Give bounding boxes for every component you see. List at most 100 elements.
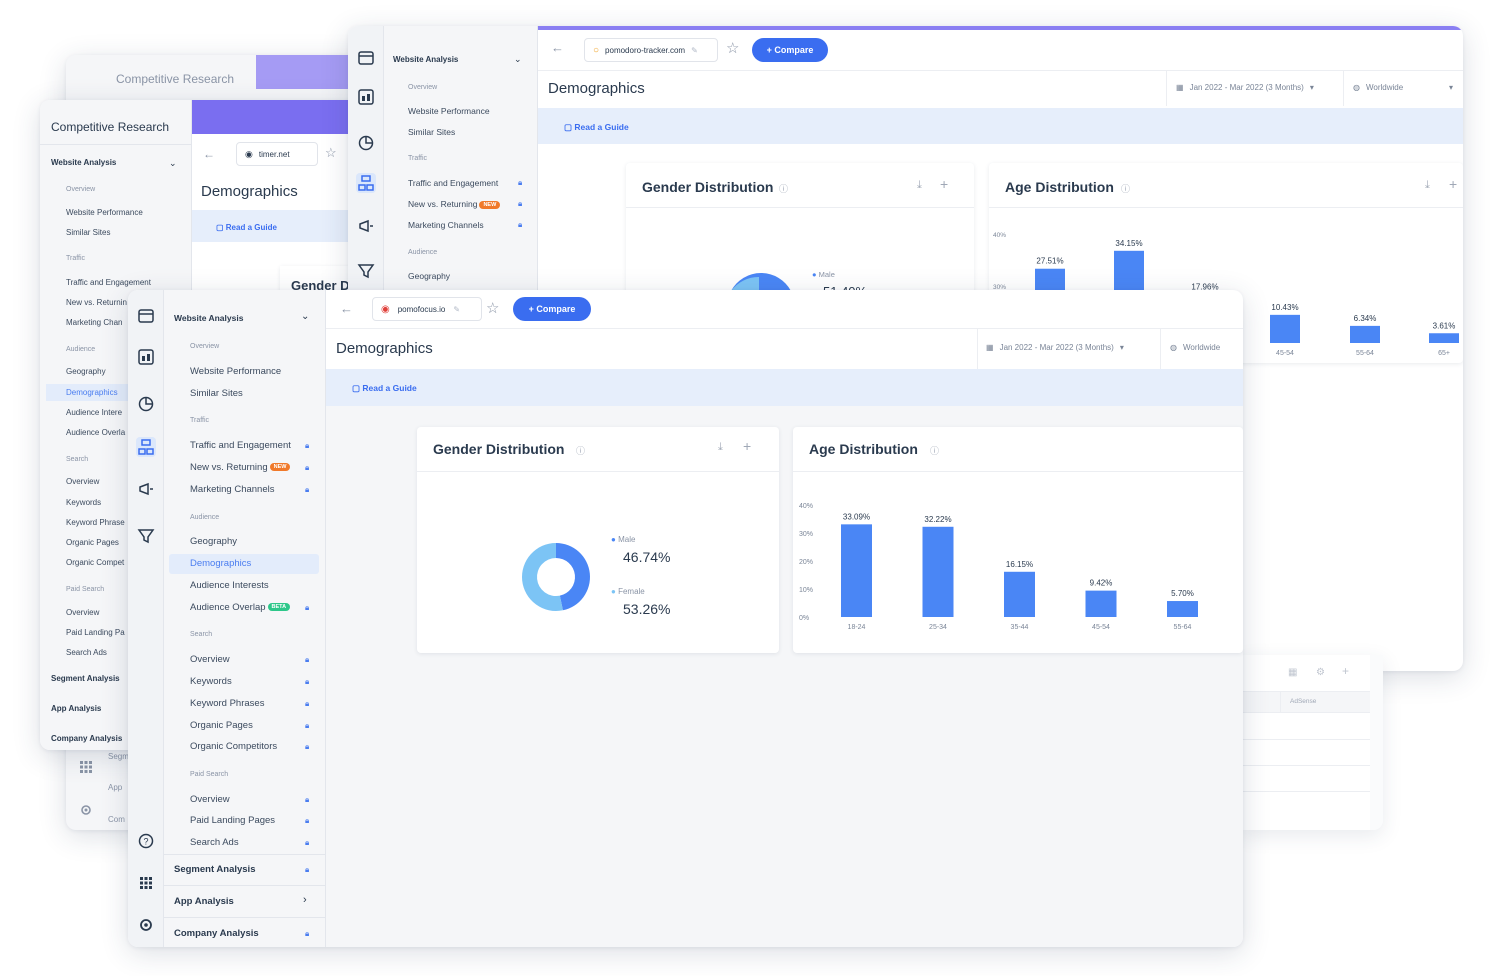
- w4-nav-marketing[interactable]: Marketing Channels: [190, 484, 275, 495]
- w2-nav-demographics[interactable]: Demographics: [66, 388, 118, 397]
- w3-nav-geography[interactable]: Geography: [408, 271, 450, 281]
- w4-nav-keyword-phrases[interactable]: Keyword Phrases: [190, 698, 264, 709]
- w2-nav-keyword-phrases[interactable]: Keyword Phrase: [66, 518, 125, 527]
- w2-nav-section[interactable]: Website Analysis: [51, 158, 116, 167]
- w2-nav-segment[interactable]: Segment Analysis: [51, 674, 120, 683]
- front-window: ? Website Analysis ⌄ Overview Website Pe…: [128, 290, 1243, 947]
- hierarchy-icon[interactable]: [356, 173, 376, 193]
- w2-domain-box[interactable]: ◉ timer.net: [236, 142, 318, 166]
- w3-nav-new-returning[interactable]: New vs. Returning NEW: [408, 199, 501, 209]
- w4-nav-keywords[interactable]: Keywords: [190, 676, 232, 687]
- w4-read-guide[interactable]: ▢ Read a Guide: [352, 383, 417, 394]
- w4-nav-audience-overlap[interactable]: Audience Overlap BETA: [190, 602, 291, 613]
- w2-nav-paid-landing[interactable]: Paid Landing Pa: [66, 628, 125, 637]
- back-arrow-icon[interactable]: ←: [340, 301, 353, 316]
- w2-nav-overview3[interactable]: Overview: [66, 608, 99, 617]
- pencil-icon[interactable]: ✎: [691, 46, 698, 55]
- hierarchy-icon[interactable]: [136, 437, 156, 457]
- w2-top-strip: [192, 100, 370, 134]
- w4-date-filter[interactable]: ▦ Jan 2022 - Mar 2022 (3 Months) ▾: [986, 343, 1124, 352]
- w2-nav-geography[interactable]: Geography: [66, 367, 106, 376]
- w4-nav-h-overview: Overview: [190, 343, 220, 350]
- w4-age-chart: 40% 30% 20% 10% 0% 33.09% 18-24 32.22% 25-34 16.1…: [799, 503, 1198, 631]
- w4-page-title: Demographics: [336, 340, 433, 357]
- star-icon[interactable]: ☆: [726, 39, 739, 57]
- w2-read-guide[interactable]: ▢ Read a Guide: [216, 223, 277, 232]
- w2-nav-app[interactable]: App Analysis: [51, 704, 101, 713]
- w3-nav-similar-sites[interactable]: Similar Sites: [408, 127, 455, 137]
- grid-icon[interactable]: [80, 760, 92, 778]
- grid-icon[interactable]: [136, 873, 156, 893]
- dashboard-icon[interactable]: [356, 87, 376, 107]
- w4-nav-website-performance[interactable]: Website Performance: [190, 366, 281, 377]
- w4-region-filter[interactable]: ◍ Worldwide: [1170, 343, 1220, 352]
- w2-nav-overview2[interactable]: Overview: [66, 477, 99, 486]
- megaphone-icon[interactable]: [136, 479, 156, 499]
- w4-compare-button[interactable]: + Compare: [513, 297, 591, 321]
- w4-nav-traffic-engagement[interactable]: Traffic and Engagement: [190, 440, 291, 451]
- w3-date-filter[interactable]: ▦ Jan 2022 - Mar 2022 (3 Months) ▾: [1176, 83, 1314, 92]
- chevron-down-icon[interactable]: ⌄: [301, 311, 309, 322]
- w2-nav-company[interactable]: Company Analysis: [51, 734, 122, 743]
- w3-compare-button[interactable]: + Compare: [752, 38, 828, 62]
- w4-domain-box[interactable]: ◉ pomofocus.io ✎: [372, 297, 482, 321]
- w3-domain-box[interactable]: ○ pomodoro-tracker.com ✎: [584, 38, 718, 62]
- w4-nav-section[interactable]: Website Analysis: [174, 313, 243, 323]
- w4-nav-similar-sites[interactable]: Similar Sites: [190, 388, 243, 399]
- dashboard-icon[interactable]: [136, 347, 156, 367]
- w4-nav-company[interactable]: Company Analysis: [174, 928, 259, 939]
- pie-icon[interactable]: [136, 394, 156, 414]
- w2-nav-new-returning[interactable]: New vs. Returnin: [66, 298, 127, 307]
- w2-nav-website-performance[interactable]: Website Performance: [66, 208, 143, 217]
- w4-nav-organic-comp[interactable]: Organic Competitors: [190, 741, 277, 752]
- w3-read-guide[interactable]: ▢ Read a Guide: [564, 122, 629, 133]
- w3-nav-section[interactable]: Website Analysis: [393, 55, 458, 64]
- star-icon[interactable]: ☆: [325, 145, 337, 161]
- back-arrow-icon[interactable]: ←: [203, 147, 215, 161]
- star-icon[interactable]: ☆: [486, 299, 499, 317]
- chevron-down-icon[interactable]: ⌄: [514, 54, 522, 65]
- funnel-icon[interactable]: [136, 526, 156, 546]
- w4-nav-new-returning[interactable]: New vs. Returning NEW: [190, 462, 291, 473]
- w4-nav-overview3[interactable]: Overview: [190, 794, 230, 805]
- w2-nav-audience-overlap[interactable]: Audience Overla: [66, 428, 125, 437]
- w2-nav-keywords[interactable]: Keywords: [66, 498, 101, 507]
- w2-nav-search-ads[interactable]: Search Ads: [66, 648, 107, 657]
- w4-nav-paid-landing[interactable]: Paid Landing Pages: [190, 815, 275, 826]
- w2-nav-organic-comp[interactable]: Organic Compet: [66, 558, 124, 567]
- pie-icon[interactable]: [356, 133, 376, 153]
- chevron-down-icon[interactable]: ▾: [1449, 83, 1453, 92]
- w2-nav-traffic-engagement[interactable]: Traffic and Engagement: [66, 278, 151, 287]
- w3-region-filter[interactable]: ◍ Worldwide: [1353, 83, 1403, 92]
- w2-nav-marketing[interactable]: Marketing Chan: [66, 318, 122, 327]
- browser-icon[interactable]: [356, 48, 376, 68]
- w4-nav-audience-interests[interactable]: Audience Interests: [190, 580, 269, 591]
- w4-nav-demographics[interactable]: Demographics: [190, 558, 251, 569]
- back-arrow-icon[interactable]: ←: [551, 40, 564, 55]
- help-icon[interactable]: ?: [136, 831, 156, 851]
- pencil-icon[interactable]: ✎: [453, 305, 460, 314]
- w4-nav-overview2[interactable]: Overview: [190, 654, 230, 665]
- w2-nav-organic-pages[interactable]: Organic Pages: [66, 538, 119, 547]
- browser-icon[interactable]: [136, 306, 156, 326]
- chevron-down-icon[interactable]: ⌄: [169, 158, 177, 169]
- w4-nav-search-ads[interactable]: Search Ads: [190, 837, 239, 848]
- w3-nav-traffic-engagement[interactable]: Traffic and Engagement: [408, 178, 498, 188]
- w2-nav-audience-interests[interactable]: Audience Intere: [66, 408, 122, 417]
- w2-nav-similar-sites[interactable]: Similar Sites: [66, 228, 110, 237]
- w4-nav-geography[interactable]: Geography: [190, 536, 237, 547]
- gear-icon[interactable]: ⚙: [1316, 667, 1325, 678]
- grid-icon[interactable]: ▦: [1288, 667, 1297, 678]
- w4-nav-organic-pages[interactable]: Organic Pages: [190, 720, 253, 731]
- megaphone-icon[interactable]: [356, 216, 376, 236]
- gear-icon[interactable]: [79, 803, 93, 822]
- funnel-icon[interactable]: [356, 261, 376, 281]
- w3-nav-marketing[interactable]: Marketing Channels: [408, 220, 484, 230]
- w3-nav-website-performance[interactable]: Website Performance: [408, 106, 490, 116]
- chevron-right-icon[interactable]: ›: [303, 894, 307, 906]
- divider: [1343, 70, 1344, 106]
- w4-nav-segment[interactable]: Segment Analysis: [174, 864, 255, 875]
- plus-icon[interactable]: +: [1342, 664, 1349, 678]
- gear-icon[interactable]: [136, 915, 156, 935]
- w4-nav-app[interactable]: App Analysis: [174, 896, 234, 907]
